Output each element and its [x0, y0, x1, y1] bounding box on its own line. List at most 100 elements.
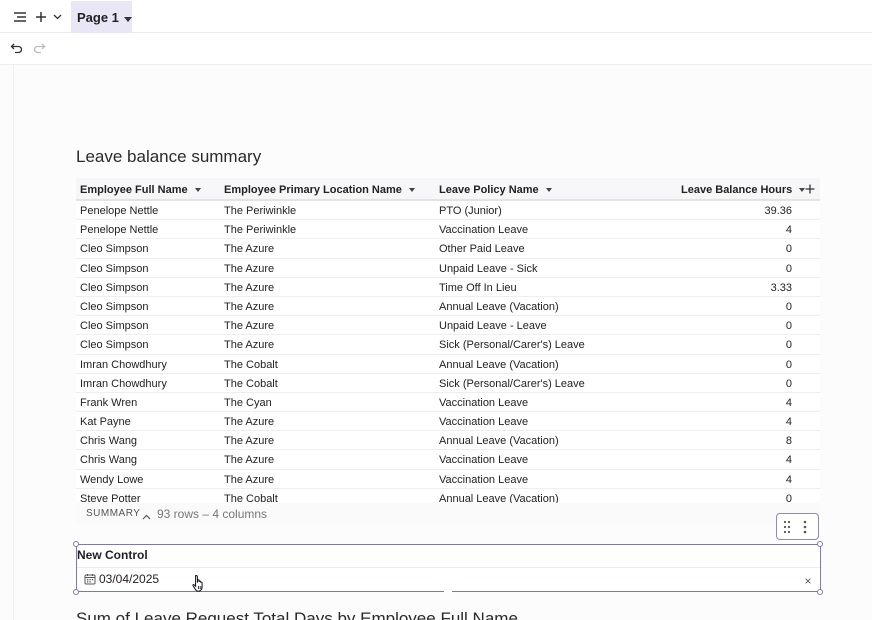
table-cell: 0 [785, 243, 792, 256]
sort-caret-icon[interactable] [545, 188, 552, 193]
table-cell: 4 [785, 224, 792, 237]
table-row[interactable]: Cleo Simpson The Azure Annual Leave (Vacat… [76, 297, 820, 317]
resize-handle-bottom-right[interactable] [817, 589, 823, 595]
table-row[interactable]: Cleo Simpson The Azure Unpaid Leave - Leav… [76, 316, 820, 336]
table-cell: Annual Leave (Vacation) [439, 435, 559, 448]
resize-handle-bottom-left[interactable] [73, 589, 79, 595]
sort-caret-icon[interactable] [408, 188, 415, 193]
hand-pointer-cursor-icon [191, 574, 207, 592]
table-cell: Unpaid Leave - Sick [439, 262, 538, 275]
table-row[interactable]: Imran Chowdhury The Cobalt Sick (Personal/… [76, 374, 820, 393]
resize-handle-top-left[interactable] [73, 541, 79, 547]
redo-icon[interactable] [32, 41, 46, 55]
table-cell: The Cobalt [224, 492, 278, 503]
table-row[interactable]: Cleo Simpson The Azure Unpaid Leave - Sick… [76, 259, 820, 278]
clear-icon[interactable]: × [803, 574, 813, 588]
add-column-plus-icon[interactable] [803, 181, 817, 198]
table-cell: 3.33 [770, 281, 792, 294]
chevron-down-icon[interactable] [51, 8, 63, 26]
table-cell: 0 [785, 320, 792, 333]
table-cell: The Azure [224, 454, 275, 467]
table-cell: Vaccination Leave [439, 396, 529, 409]
table-row[interactable]: Steve Potter The Cobalt Annual Leave (Vaca… [76, 489, 820, 503]
chevron-up-icon[interactable] [142, 508, 152, 520]
table-cell: The Cobalt [224, 358, 278, 371]
table-row[interactable]: Imran Chowdhury The Cobalt Annual Leave (V… [76, 355, 820, 374]
column-header-leave-policy-name[interactable]: Leave Policy Name [439, 184, 552, 196]
table-cell: 8 [785, 435, 792, 448]
table-cell: 39.36 [764, 205, 792, 217]
table-cell: 4 [785, 416, 792, 429]
table-row[interactable]: Cleo Simpson The Azure Sick (Personal/Care… [76, 335, 820, 355]
table-cell: 0 [785, 358, 792, 371]
table-cell: 0 [785, 377, 792, 390]
table-cell: Chris Wang [80, 454, 138, 467]
table-cell: Time Off In Lieu [439, 281, 517, 294]
table-row[interactable]: Cleo Simpson The Azure Other Paid Leave 0 [76, 239, 820, 259]
table-cell: Sick (Personal/Carer's) Leave [439, 339, 585, 352]
table-cell: Vaccination Leave [439, 473, 529, 486]
table-cell: The Azure [224, 281, 275, 294]
table-summary-bar[interactable]: SUMMARY 93 rows – 4 columns [76, 503, 820, 525]
table-cell: Penelope Nettle [80, 205, 159, 217]
resize-handle-bottom[interactable] [444, 590, 452, 593]
column-header-label: Employee Primary Location Name [224, 184, 402, 196]
table-cell: The Azure [224, 473, 275, 486]
column-header-label: Employee Full Name [80, 184, 188, 196]
table-cell: 4 [785, 396, 792, 409]
table-cell: Annual Leave (Vacation) [439, 300, 559, 313]
sort-caret-icon[interactable] [194, 188, 201, 193]
table-cell: Vaccination Leave [439, 454, 529, 467]
tab-page-1[interactable]: Page 1 [71, 1, 132, 33]
toolbar [0, 33, 872, 65]
divider [77, 567, 820, 568]
more-options-icon[interactable] [802, 520, 808, 534]
plus-icon[interactable] [34, 8, 48, 26]
menu-icon[interactable] [12, 8, 28, 26]
table-row[interactable]: Chris Wang The Azure Vaccination Leave 4 [76, 450, 820, 470]
table-cell: Wendy Lowe [80, 473, 144, 486]
page-tab-label: Page 1 [77, 9, 119, 25]
table-row[interactable]: Kat Payne The Azure Vaccination Leave 4 [76, 412, 820, 432]
date-control[interactable]: New Control 03/04/2025 × [76, 544, 821, 592]
table-cell: The Azure [224, 339, 275, 352]
table-cell: Frank Wren [80, 396, 138, 409]
table-cell: Kat Payne [80, 416, 131, 429]
table-cell: The Azure [224, 300, 275, 313]
table-cell: The Azure [224, 243, 275, 256]
table-cell: The Azure [224, 435, 275, 448]
drag-handle-icon[interactable] [783, 520, 791, 534]
column-header-employee-primary-location-name[interactable]: Employee Primary Location Name [224, 184, 415, 196]
table-row[interactable]: Chris Wang The Azure Annual Leave (Vacatio… [76, 431, 820, 451]
table-row[interactable]: Frank Wren The Cyan Vaccination Leave 4 [76, 393, 820, 413]
table-cell: Cleo Simpson [80, 300, 149, 313]
table-cell: Imran Chowdhury [80, 358, 167, 371]
resize-handle-top-right[interactable] [817, 541, 823, 547]
calendar-icon[interactable] [84, 573, 96, 585]
table-cell: Cleo Simpson [80, 243, 149, 256]
table-header: Employee Full Name Employee Primary Loca… [76, 178, 820, 201]
table-cell: The Azure [224, 320, 275, 333]
table-cell: Sick (Personal/Carer's) Leave [439, 377, 585, 390]
table-cell: Cleo Simpson [80, 281, 149, 294]
table-cell: Cleo Simpson [80, 320, 149, 333]
undo-icon[interactable] [10, 41, 24, 55]
column-header-leave-balance-hours[interactable]: Leave Balance Hours [681, 184, 806, 196]
table-row[interactable]: Wendy Lowe The Azure Vaccination Leave 4 [76, 470, 820, 489]
table-row[interactable]: Penelope Nettle The Periwinkle PTO (Junior… [76, 201, 820, 221]
table-cell: Vaccination Leave [439, 224, 529, 237]
table-cell: 0 [785, 300, 792, 313]
table-cell: The Cobalt [224, 377, 278, 390]
table-cell: Annual Leave (Vacation) [439, 358, 559, 371]
caret-down-icon[interactable] [123, 10, 132, 25]
table-cell: 0 [785, 339, 792, 352]
table-cell: Chris Wang [80, 435, 138, 448]
date-input-value[interactable]: 03/04/2025 [99, 572, 159, 586]
table-row[interactable]: Cleo Simpson The Azure Time Off In Lieu 3.3… [76, 278, 820, 297]
summary-label[interactable]: SUMMARY [86, 508, 140, 519]
table-row[interactable]: Penelope Nettle The Periwinkle Vaccination… [76, 220, 820, 240]
table-cell: 4 [785, 454, 792, 467]
column-header-employee-full-name[interactable]: Employee Full Name [80, 184, 201, 196]
column-header-label: Leave Balance Hours [681, 184, 793, 196]
table-cell: Steve Potter [80, 492, 141, 503]
